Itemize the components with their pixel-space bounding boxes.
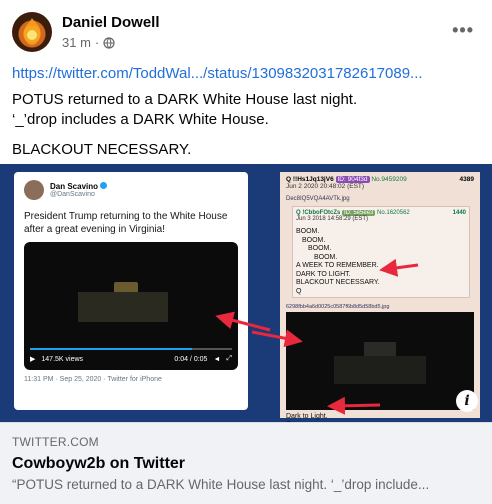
arrow-to-blackout bbox=[379, 258, 419, 277]
arrow-to-caption bbox=[327, 396, 381, 415]
post-link[interactable]: https://twitter.com/ToddWal.../status/13… bbox=[12, 65, 423, 82]
post-line-1: POTUS returned to a DARK White House las… bbox=[12, 91, 358, 108]
arrow-to-video bbox=[215, 311, 271, 332]
post-text: https://twitter.com/ToddWal.../status/13… bbox=[12, 64, 480, 166]
author-name[interactable]: Daniel Dowell bbox=[62, 14, 160, 31]
arrow-to-photo bbox=[251, 329, 303, 348]
post-header: Daniel Dowell 31 m · ••• bbox=[12, 12, 480, 56]
facebook-post: Daniel Dowell 31 m · ••• https://twitter… bbox=[0, 0, 492, 504]
post-meta: 31 m · bbox=[62, 35, 115, 50]
preview-title[interactable]: Cowboyw2b on Twitter bbox=[12, 455, 480, 473]
flame-avatar-icon bbox=[23, 18, 41, 45]
preview-domain: TWITTER.COM bbox=[12, 435, 99, 449]
separator-dot: · bbox=[94, 35, 100, 50]
post-line-3: BLACKOUT NECESSARY. bbox=[12, 141, 192, 158]
post-time[interactable]: 31 m bbox=[62, 35, 91, 50]
info-icon[interactable]: i bbox=[456, 390, 478, 412]
globe-icon bbox=[103, 36, 115, 49]
avatar[interactable] bbox=[12, 12, 52, 52]
preview-description: “POTUS returned to a DARK White House la… bbox=[12, 477, 430, 492]
annotation-arrows bbox=[215, 258, 419, 415]
more-horizontal-icon[interactable]: ••• bbox=[452, 20, 474, 41]
post-image[interactable]: Dan Scavino @DanScavino President Trump … bbox=[0, 164, 492, 422]
post-line-2: ‘_’drop includes a DARK White House. bbox=[12, 111, 269, 128]
link-preview[interactable]: TWITTER.COM Cowboyw2b on Twitter “POTUS … bbox=[0, 422, 492, 504]
